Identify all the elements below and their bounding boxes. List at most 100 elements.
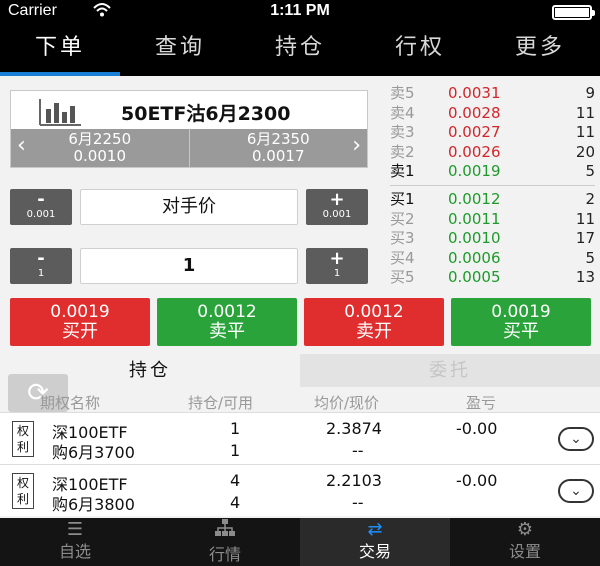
bid-price: 0.0012 — [448, 189, 501, 208]
buy-open-button[interactable]: 0.0019 买开 — [10, 298, 150, 346]
contract-selector[interactable]: 50ETF沽6月2300 ‹ 6月2250 0.0010 6月2350 0.00… — [10, 90, 368, 168]
ask-label: 卖1 — [390, 162, 415, 181]
bid-row[interactable]: 买3 0.0010 17 — [390, 229, 595, 249]
sell-close-button[interactable]: 0.0012 卖平 — [157, 298, 297, 346]
price-plus-button[interactable]: + 0.001 — [306, 189, 368, 225]
bid-label: 买1 — [390, 189, 415, 208]
quote-ladder: 卖5 0.0031 9 卖4 0.0028 11 卖3 0.0027 11 卖2 0.0026… — [390, 84, 595, 288]
ask-row[interactable]: 卖2 0.0026 20 — [390, 143, 595, 163]
badge-char: 权 — [16, 476, 29, 490]
position-pnl: -0.00 — [456, 471, 498, 490]
buy-open-price: 0.0019 — [50, 302, 110, 322]
ask-row[interactable]: 卖4 0.0028 11 — [390, 104, 595, 124]
ask-label: 卖4 — [390, 103, 415, 122]
bid-volume: 13 — [575, 268, 595, 287]
quantity-field[interactable]: 1 — [80, 248, 298, 284]
ask-volume: 20 — [575, 142, 595, 161]
price-type-field[interactable]: 对手价 — [80, 189, 298, 225]
tab-settings[interactable]: ⚙ 设置 — [450, 518, 600, 566]
price-minus-button[interactable]: - 0.001 — [10, 189, 72, 225]
qty-plus-symbol: + — [329, 248, 345, 269]
badge-char: 利 — [16, 492, 29, 506]
badge-char: 权 — [16, 424, 29, 438]
col-hold-available: 持仓/可用 — [188, 394, 254, 412]
next-contract-name: 6月2350 — [246, 130, 310, 148]
position-hold: 1 — [230, 419, 241, 438]
sell-open-button[interactable]: 0.0012 卖开 — [304, 298, 444, 346]
ask-volume: 11 — [575, 103, 595, 122]
col-option-name: 期权名称 — [40, 394, 101, 412]
qty-plus-button[interactable]: + 1 — [306, 248, 368, 284]
chevron-down-icon[interactable]: ⌄ — [558, 479, 594, 503]
buy-close-button[interactable]: 0.0019 买平 — [451, 298, 591, 346]
col-avg-current: 均价/现价 — [314, 394, 380, 412]
price-minus-symbol: - — [37, 189, 45, 210]
bid-row[interactable]: 买5 0.0005 13 — [390, 268, 595, 288]
tab-market-label: 行情 — [208, 545, 241, 564]
tab-query[interactable]: 查询 — [120, 24, 240, 76]
battery-icon — [552, 5, 595, 20]
bar-chart-icon[interactable] — [37, 97, 83, 127]
bid-price: 0.0005 — [448, 268, 501, 287]
ask-volume: 11 — [575, 123, 595, 142]
chevron-right-icon[interactable]: › — [352, 135, 361, 157]
price-plus-symbol: + — [329, 189, 345, 210]
ask-volume: 5 — [585, 162, 595, 181]
price-step-label: 0.001 — [26, 209, 56, 220]
status-bar: Carrier 1:11 PM — [0, 0, 600, 24]
chevron-left-icon[interactable]: ‹ — [17, 135, 26, 157]
right-badge: 权利 — [12, 473, 34, 509]
tab-market[interactable]: 行情 — [150, 518, 300, 566]
position-row[interactable]: 权利 深100ETF 购6月3800 4 4 2.2103 -- -0.00 ⌄ — [0, 464, 600, 516]
price-step-label: 0.001 — [322, 209, 352, 220]
bid-volume: 17 — [575, 229, 595, 248]
tab-trade-label: 交易 — [358, 542, 391, 561]
bid-volume: 2 — [585, 189, 595, 208]
position-row[interactable]: 权利 深100ETF 购6月3700 1 1 2.3874 -- -0.00 ⌄ — [0, 412, 600, 464]
sell-open-label: 卖开 — [356, 321, 392, 342]
tab-watchlist-label: 自选 — [58, 542, 91, 561]
tab-entrust[interactable]: 委托 — [300, 354, 600, 387]
position-hold: 4 — [230, 471, 241, 490]
bid-row[interactable]: 买1 0.0012 2 — [390, 190, 595, 210]
qty-step-label: 1 — [333, 268, 341, 279]
chevron-down-icon[interactable]: ⌄ — [558, 427, 594, 451]
badge-char: 利 — [16, 440, 29, 454]
ladder-divider — [390, 184, 595, 186]
bid-volume: 5 — [585, 248, 595, 267]
tab-positions[interactable]: 持仓 — [240, 24, 360, 76]
buy-close-label: 买平 — [503, 321, 539, 342]
clock: 1:11 PM — [270, 2, 330, 19]
qty-minus-symbol: - — [37, 248, 45, 269]
ask-row[interactable]: 卖3 0.0027 11 — [390, 123, 595, 143]
tab-settings-label: 设置 — [508, 542, 541, 561]
position-pnl: -0.00 — [456, 419, 498, 438]
ask-row[interactable]: 卖5 0.0031 9 — [390, 84, 595, 104]
bid-row[interactable]: 买4 0.0006 5 — [390, 249, 595, 269]
position-contract: 购6月3800 — [52, 495, 135, 514]
buy-open-label: 买开 — [62, 321, 98, 342]
tab-exercise[interactable]: 行权 — [360, 24, 480, 76]
bid-label: 买2 — [390, 209, 415, 228]
ask-price: 0.0026 — [448, 142, 501, 161]
tab-watchlist[interactable]: ☰ 自选 — [0, 518, 150, 566]
positions-header: 期权名称 持仓/可用 均价/现价 盈亏 — [0, 390, 600, 412]
tab-more[interactable]: 更多 — [480, 24, 600, 76]
prev-contract[interactable]: ‹ 6月2250 0.0010 — [11, 129, 190, 167]
prev-contract-name: 6月2250 — [68, 130, 132, 148]
gears-icon: ⚙ — [516, 519, 534, 540]
col-pnl: 盈亏 — [466, 394, 497, 412]
ask-row[interactable]: 卖1 0.0019 5 — [390, 162, 595, 182]
qty-minus-button[interactable]: - 1 — [10, 248, 72, 284]
prev-contract-price: 0.0010 — [73, 147, 127, 165]
sell-open-price: 0.0012 — [344, 302, 404, 322]
next-contract-price: 0.0017 — [252, 147, 305, 165]
next-contract[interactable]: 6月2350 0.0017 › — [190, 129, 368, 167]
bid-label: 买4 — [390, 248, 415, 267]
tab-trade[interactable]: ⇄ 交易 — [300, 518, 450, 566]
tab-order[interactable]: 下单 — [0, 24, 120, 76]
bid-row[interactable]: 买2 0.0011 11 — [390, 210, 595, 230]
contract-switcher: ‹ 6月2250 0.0010 6月2350 0.0017 › — [11, 129, 367, 167]
top-tab-bar: 下单 查询 持仓 行权 更多 — [0, 24, 600, 76]
list-icon: ☰ — [66, 519, 84, 540]
